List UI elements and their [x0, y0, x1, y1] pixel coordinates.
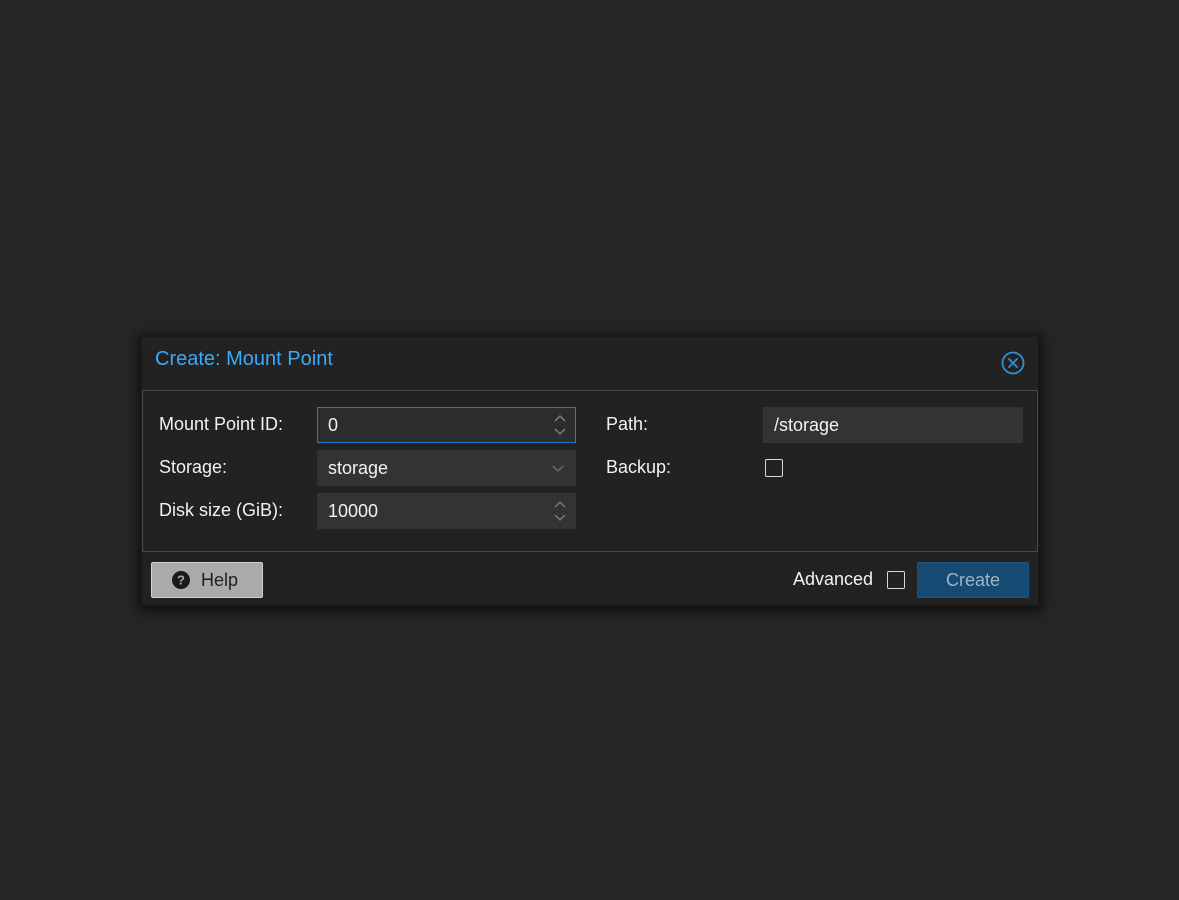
create-mount-point-dialog: Create: Mount Point Mount Point ID: 0 St… [141, 336, 1039, 606]
spinner-arrows-icon[interactable] [553, 499, 567, 523]
close-icon[interactable] [1001, 351, 1025, 375]
path-label: Path: [606, 414, 649, 434]
spinner-arrows-icon[interactable] [553, 413, 567, 437]
chevron-down-icon[interactable] [551, 462, 565, 474]
disk-size-label: Disk size (GiB): [159, 500, 284, 520]
path-field[interactable]: /storage [763, 407, 1023, 443]
disk-size-field[interactable]: 10000 [317, 493, 576, 529]
mount-point-id-label: Mount Point ID: [159, 414, 284, 434]
dialog-title: Create: Mount Point [155, 348, 333, 370]
backup-checkbox[interactable] [765, 459, 783, 477]
question-circle-icon: ? [172, 571, 190, 589]
backup-label: Backup: [606, 457, 672, 477]
disk-size-value: 10000 [328, 501, 379, 521]
mount-point-id-field[interactable]: 0 [317, 407, 576, 443]
svg-text:?: ? [177, 573, 185, 588]
mount-point-id-value: 0 [328, 415, 339, 435]
advanced-label: Advanced [793, 569, 874, 589]
dialog-body: Mount Point ID: 0 Storage: storage Disk … [142, 390, 1038, 552]
dialog-header[interactable]: Create: Mount Point [142, 337, 1038, 390]
help-label: Help [201, 570, 239, 590]
create-label: Create [945, 570, 1001, 590]
path-value: /storage [774, 415, 840, 435]
storage-label: Storage: [159, 457, 228, 477]
advanced-checkbox[interactable] [887, 571, 905, 589]
storage-value: storage [328, 458, 389, 478]
create-button[interactable]: Create [917, 562, 1029, 598]
storage-select[interactable]: storage [317, 450, 576, 486]
dialog-footer: ? Help Advanced Create [142, 552, 1038, 605]
help-button[interactable]: ? Help [151, 562, 263, 598]
